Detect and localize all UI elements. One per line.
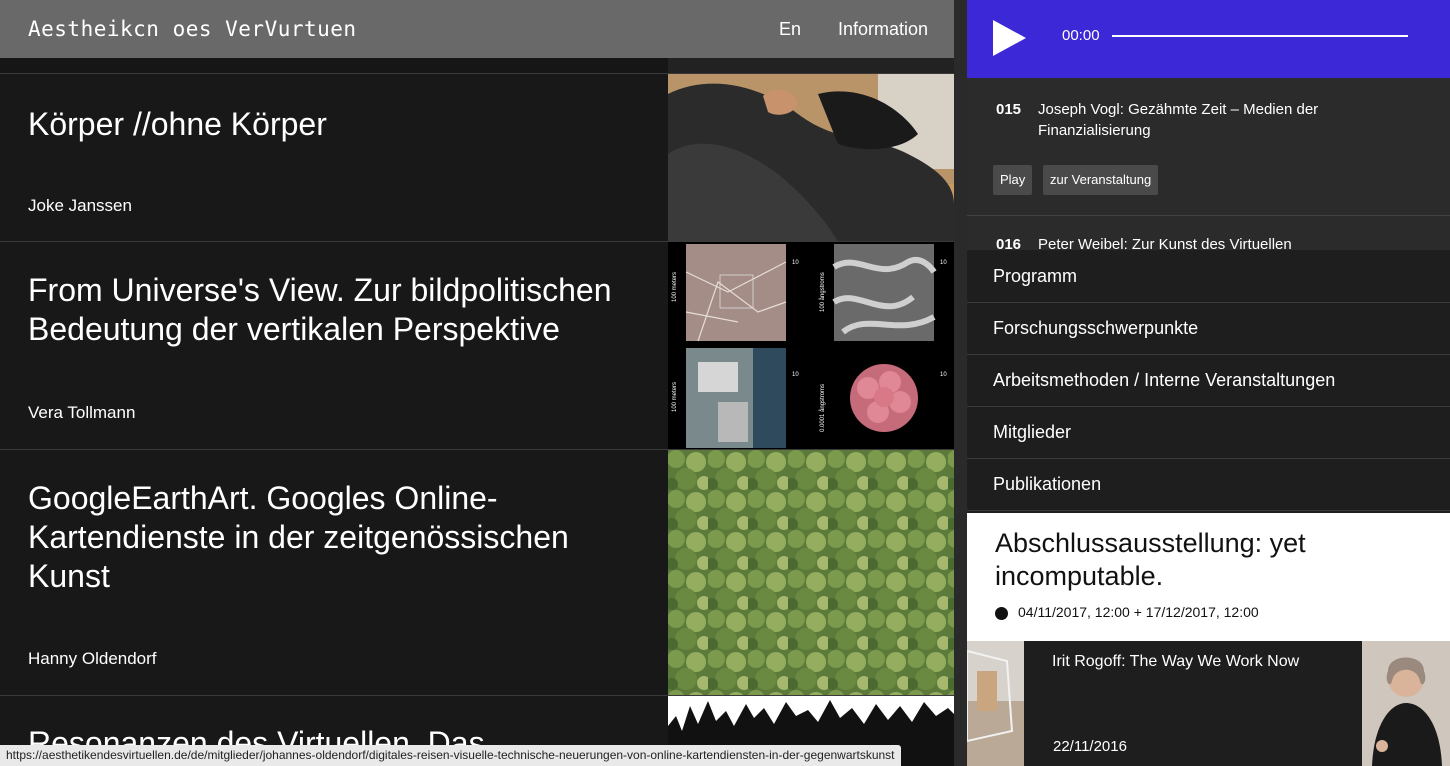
- event-date: 22/11/2016: [1053, 738, 1127, 755]
- track-number: 015: [996, 101, 1022, 118]
- article-title[interactable]: From Universe's View. Zur bildpolitische…: [28, 271, 648, 349]
- event-title[interactable]: Irit Rogoff: The Way We Work Now: [1052, 653, 1299, 671]
- nav-item-publikationen[interactable]: Publikationen: [967, 459, 1450, 511]
- article-title[interactable]: GoogleEarthArt. Googles Online-Kartendie…: [28, 479, 648, 596]
- feature-dates: 04/11/2017, 12:00 + 17/12/2017, 12:00: [1018, 604, 1259, 620]
- nav-item-label: Forschungsschwerpunkte: [993, 318, 1199, 338]
- track-title[interactable]: Joseph Vogl: Gezähmte Zeit – Medien der …: [1038, 99, 1418, 141]
- scale-label: 100 meters: [672, 272, 678, 302]
- playlist-divider: [967, 215, 1450, 216]
- event-card[interactable]: Irit Rogoff: The Way We Work Now 22/11/2…: [967, 641, 1450, 766]
- language-switch-link[interactable]: En: [779, 19, 801, 40]
- nav-item-label: Publikationen: [993, 474, 1102, 494]
- bullet-icon: [995, 607, 1008, 620]
- scale-label: 0.0001 ångstroms: [819, 384, 826, 432]
- nav-item-label: Mitglieder: [993, 422, 1072, 442]
- audio-player: 00:00: [967, 0, 1450, 78]
- article-item[interactable]: From Universe's View. Zur bildpolitische…: [0, 241, 954, 450]
- progress-bar[interactable]: [1112, 35, 1408, 37]
- nav-item-label: Arbeitsmethoden / Interne Veranstaltunge…: [993, 370, 1336, 390]
- site-title[interactable]: Aestheikcn oes VerVurtuen: [28, 17, 357, 41]
- scale-exponent: 10: [792, 260, 799, 266]
- event-image-speaker: [1362, 641, 1450, 766]
- browser-status-url: https://aesthetikendesvirtuellen.de/de/m…: [0, 745, 901, 766]
- nav-item-arbeitsmethoden[interactable]: Arbeitsmethoden / Interne Veranstaltunge…: [967, 355, 1450, 407]
- article-image-body[interactable]: [668, 74, 954, 242]
- feature-card[interactable]: Abschlussausstellung: yet incomputable. …: [967, 513, 1450, 641]
- top-bar: Aestheikcn oes VerVurtuen En Information: [0, 0, 954, 58]
- track-number: 016: [996, 236, 1022, 250]
- article-title[interactable]: Körper //ohne Körper: [28, 105, 648, 144]
- nav-item-label: Programm: [993, 266, 1078, 286]
- play-button[interactable]: Play: [993, 165, 1033, 195]
- article-image-forest[interactable]: [668, 450, 954, 696]
- nav-item-mitglieder[interactable]: Mitglieder: [967, 407, 1450, 459]
- article-item[interactable]: GoogleEarthArt. Googles Online-Kartendie…: [0, 449, 954, 696]
- play-icon[interactable]: [993, 20, 1026, 56]
- scale-label: 100 ångstroms: [819, 272, 826, 312]
- previous-article-image: [668, 58, 954, 74]
- scale-exponent: 10: [792, 372, 799, 378]
- article-author: Hanny Oldendorf: [28, 649, 157, 668]
- article-author: Joke Janssen: [28, 196, 132, 215]
- article-list-column: Aestheikcn oes VerVurtuen En Information…: [0, 0, 954, 766]
- sidebar: 00:00 015 Joseph Vogl: Gezähmte Zeit – M…: [967, 0, 1450, 766]
- nav-item-programm[interactable]: Programm: [967, 251, 1450, 303]
- playlist: 015 Joseph Vogl: Gezähmte Zeit – Medien …: [967, 78, 1450, 250]
- feature-title[interactable]: Abschlussausstellung: yet incomputable.: [995, 527, 1425, 593]
- article-author: Vera Tollmann: [28, 403, 136, 422]
- event-link-button[interactable]: zur Veranstaltung: [1043, 165, 1159, 195]
- scale-exponent: 10: [940, 372, 947, 378]
- article-item[interactable]: Körper //ohne Körper Joke Janssen: [0, 73, 954, 242]
- main-nav: Programm Forschungsschwerpunkte Arbeitsm…: [967, 251, 1450, 511]
- player-time: 00:00: [1062, 27, 1100, 44]
- column-divider: [954, 0, 967, 766]
- scale-label: 100 meters: [672, 382, 678, 412]
- track-title[interactable]: Peter Weibel: Zur Kunst des Virtuellen: [1038, 234, 1418, 250]
- nav-item-forschungsschwerpunkte[interactable]: Forschungsschwerpunkte: [967, 303, 1450, 355]
- article-image-scales[interactable]: 100 meters 10 100 ångstroms 10 100 meter…: [668, 242, 954, 450]
- scale-exponent: 10: [940, 260, 947, 266]
- event-image-left: [967, 641, 1024, 766]
- information-link[interactable]: Information: [838, 19, 928, 40]
